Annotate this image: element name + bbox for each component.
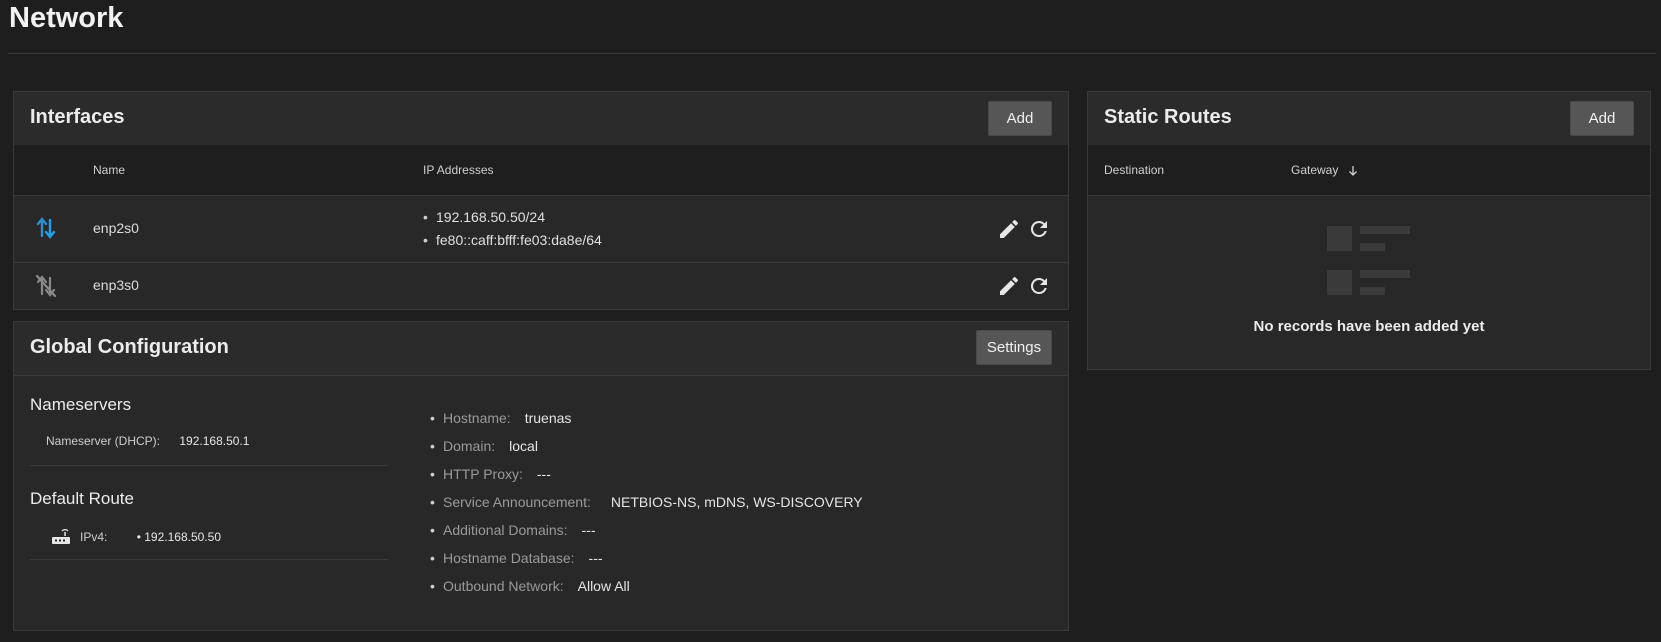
setting-value: NETBIOS-NS, mDNS, WS-DISCOVERY xyxy=(610,494,863,510)
setting-label: Additional Domains: xyxy=(443,522,568,538)
add-interface-button[interactable]: Add xyxy=(988,101,1052,136)
setting-value: truenas xyxy=(524,410,572,426)
interfaces-card: Interfaces Add Name IP Addresses enp2s0 … xyxy=(13,91,1069,310)
list-item: Additional Domains: --- xyxy=(430,520,863,548)
nameserver-entry: Nameserver (DHCP): 192.168.50.1 xyxy=(46,434,249,448)
setting-label: HTTP Proxy: xyxy=(443,466,523,482)
refresh-icon[interactable] xyxy=(1027,217,1051,241)
empty-state-message: No records have been added yet xyxy=(1253,318,1485,335)
page-title: Network xyxy=(9,2,124,34)
link-down-icon xyxy=(34,273,58,299)
setting-value: --- xyxy=(588,550,603,566)
column-gateway[interactable]: Gateway xyxy=(1291,163,1358,177)
interface-name: enp2s0 xyxy=(93,220,139,236)
router-icon xyxy=(51,527,71,552)
interfaces-title: Interfaces xyxy=(30,106,125,128)
column-gateway-label: Gateway xyxy=(1291,163,1339,177)
arrow-down-icon xyxy=(1348,163,1358,177)
default-route-title: Default Route xyxy=(30,489,134,508)
list-item: Hostname Database: --- xyxy=(430,548,863,576)
ipv4-address: 192.168.50.50 xyxy=(144,530,221,544)
column-destination[interactable]: Destination xyxy=(1104,163,1164,177)
list-item: HTTP Proxy: --- xyxy=(430,464,863,492)
setting-value: --- xyxy=(581,522,596,538)
nameserver-value: 192.168.50.1 xyxy=(179,434,250,448)
static-routes-card: Static Routes Add Destination Gateway No… xyxy=(1087,91,1651,370)
link-up-icon xyxy=(34,215,58,241)
global-configuration-title: Global Configuration xyxy=(30,336,229,358)
nameserver-label: Nameserver (DHCP): xyxy=(46,434,161,448)
static-routes-header: Static Routes Add xyxy=(1088,92,1650,146)
setting-label: Outbound Network: xyxy=(443,578,564,594)
refresh-icon[interactable] xyxy=(1027,274,1051,298)
default-route-entry: IPv4: • 192.168.50.50 xyxy=(80,530,221,544)
interfaces-header: Interfaces Add xyxy=(14,92,1068,146)
title-divider xyxy=(8,53,1656,54)
edit-icon[interactable] xyxy=(997,217,1021,241)
divider xyxy=(30,465,388,466)
list-item: Service Announcement: NETBIOS-NS, mDNS, W… xyxy=(430,492,863,520)
setting-value: Allow All xyxy=(577,578,630,594)
edit-icon[interactable] xyxy=(997,274,1021,298)
global-settings-list: Hostname: truenas Domain: local HTTP Proxy… xyxy=(430,408,863,604)
interfaces-table-header: Name IP Addresses xyxy=(14,145,1068,196)
ip-address: 192.168.50.50/24 xyxy=(423,206,602,229)
ipv4-value: • 192.168.50.50 xyxy=(136,530,221,544)
global-configuration-header: Global Configuration Settings xyxy=(14,322,1068,376)
interface-name: enp3s0 xyxy=(93,277,139,293)
static-routes-title: Static Routes xyxy=(1104,106,1232,128)
setting-value: local xyxy=(509,438,538,454)
list-item: Hostname: truenas xyxy=(430,408,863,436)
setting-label: Hostname Database: xyxy=(443,550,575,566)
nameservers-title: Nameservers xyxy=(30,395,132,414)
setting-label: Hostname: xyxy=(443,410,511,426)
add-static-route-button[interactable]: Add xyxy=(1570,101,1634,136)
divider xyxy=(30,559,388,560)
settings-button[interactable]: Settings xyxy=(976,330,1052,365)
ip-address: fe80::caff:bfff:fe03:da8e/64 xyxy=(423,229,602,252)
setting-label: Service Announcement: xyxy=(443,494,591,510)
list-item: Domain: local xyxy=(430,436,863,464)
static-routes-table-header: Destination Gateway xyxy=(1088,145,1650,196)
column-ip-addresses[interactable]: IP Addresses xyxy=(423,163,494,177)
empty-state-icon xyxy=(1327,226,1411,301)
list-item: Outbound Network: Allow All xyxy=(430,576,863,604)
ip-address-list: 192.168.50.50/24 fe80::caff:bfff:fe03:da… xyxy=(423,206,602,252)
column-name[interactable]: Name xyxy=(93,163,125,177)
ipv4-label: IPv4: xyxy=(80,530,108,544)
setting-label: Domain: xyxy=(443,438,496,454)
table-row[interactable]: enp2s0 192.168.50.50/24 fe80::caff:bfff:… xyxy=(14,196,1068,263)
table-row[interactable]: enp3s0 xyxy=(14,263,1068,310)
setting-value: --- xyxy=(536,466,551,482)
